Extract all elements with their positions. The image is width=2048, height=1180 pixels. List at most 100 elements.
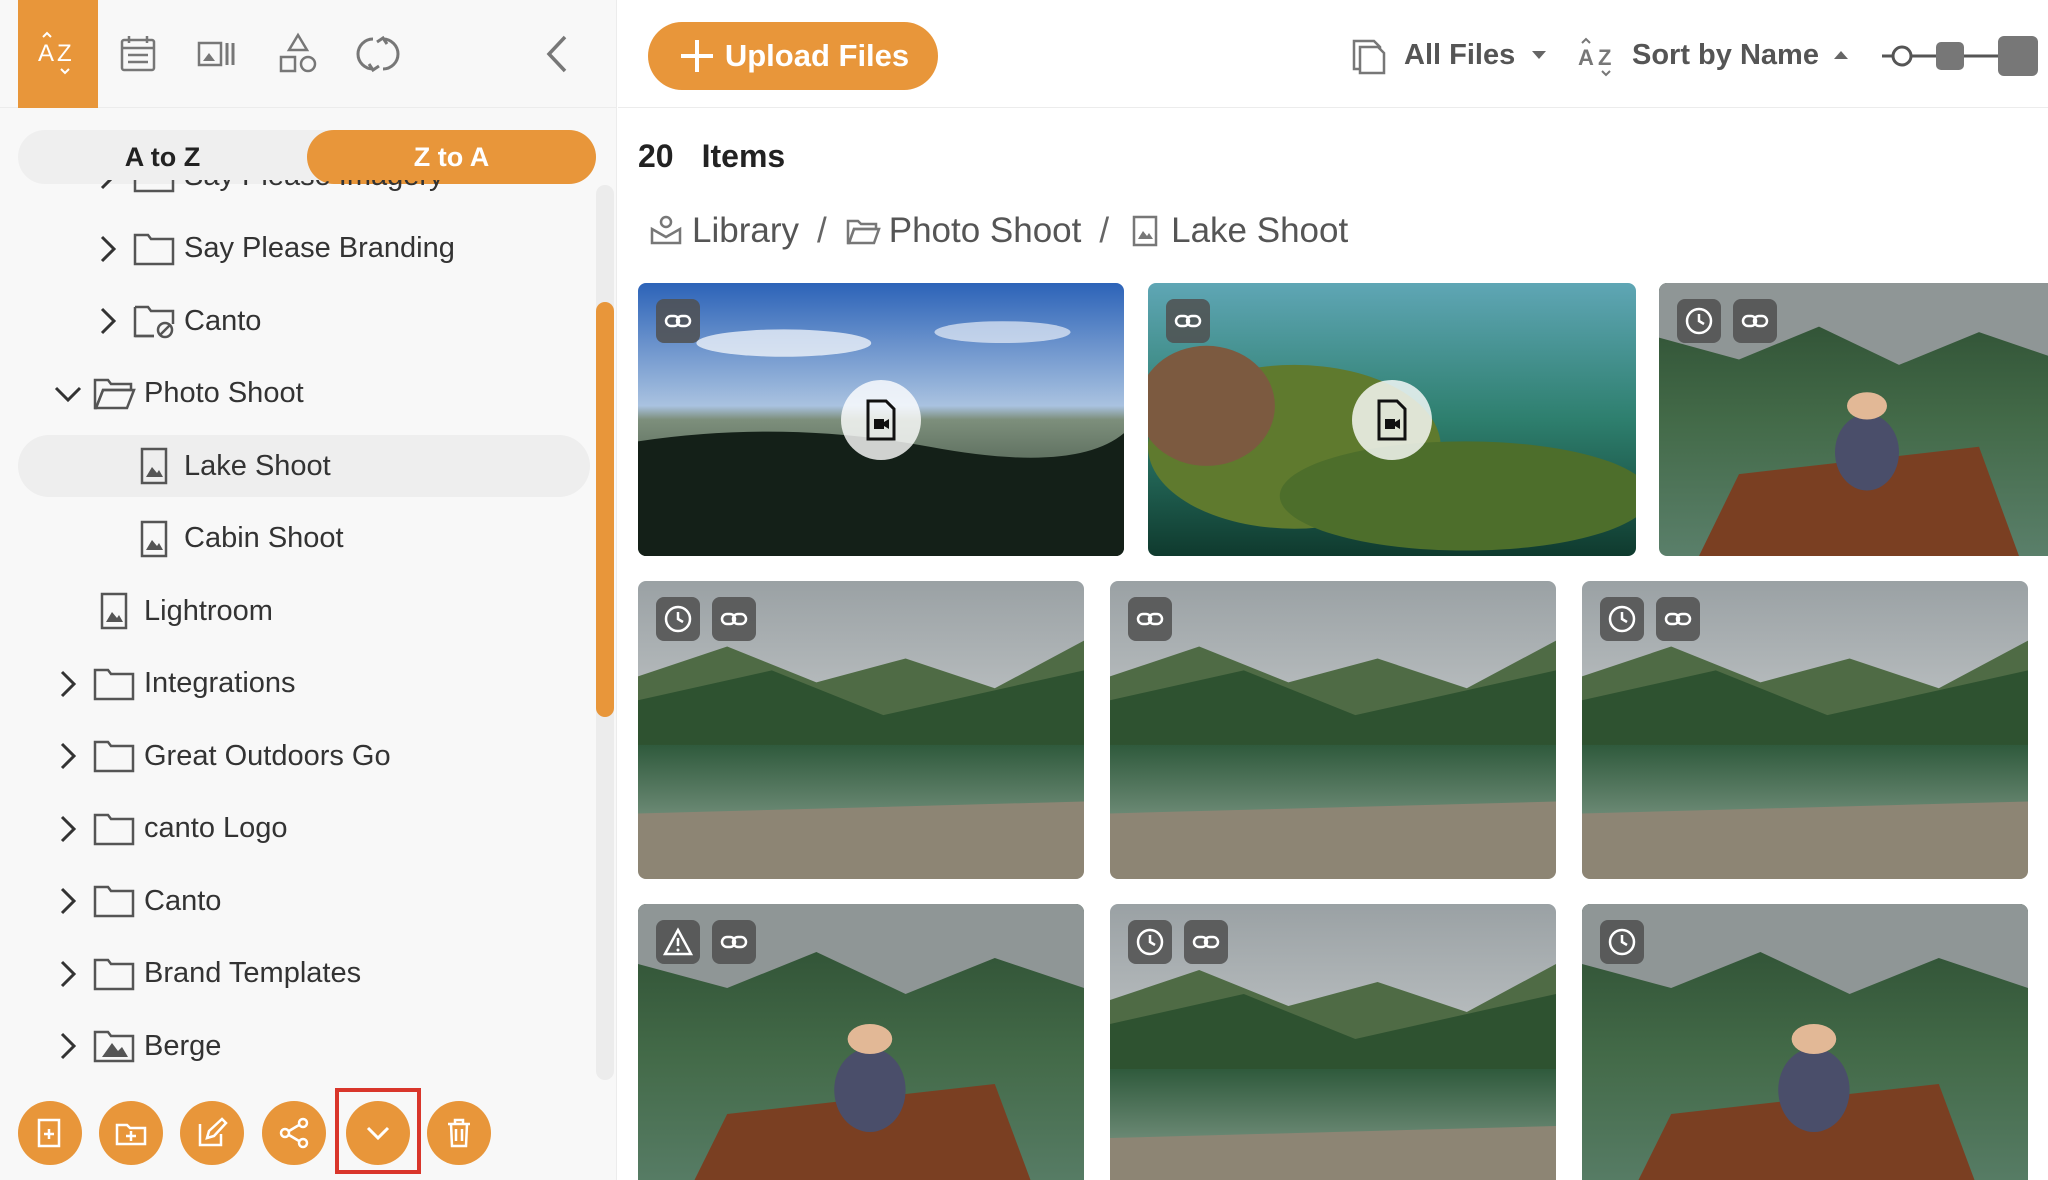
breadcrumb: Library / Photo Shoot / Lake Shoot — [648, 206, 1348, 256]
asset-thumbnail[interactable] — [638, 581, 1084, 879]
file-filter-dropdown[interactable]: All Files — [1348, 30, 1549, 80]
tree-item-label: Canto — [144, 884, 222, 917]
chevron-right-icon[interactable] — [92, 233, 124, 265]
video-file-icon[interactable] — [841, 379, 921, 460]
tree-item-label: Berge — [144, 1029, 222, 1062]
breadcrumb-library[interactable]: Library — [648, 211, 799, 251]
item-count-number: 20 — [638, 138, 674, 174]
asset-thumbnail[interactable] — [1148, 283, 1636, 556]
thumbnail-image — [1110, 904, 1556, 1180]
chevron-right-icon[interactable] — [52, 958, 84, 990]
clock-icon — [1677, 299, 1721, 343]
selection-highlight-box — [335, 1088, 421, 1174]
breadcrumb-separator: / — [1099, 211, 1110, 250]
sort-az-button[interactable]: A Z — [18, 0, 98, 108]
thumbnail-image — [638, 581, 1084, 879]
folder-icon — [92, 810, 136, 848]
add-folder-button[interactable] — [99, 1101, 163, 1165]
main-content: Upload Files All Files A Z Sort by Name — [618, 0, 2048, 1180]
chevron-right-icon[interactable] — [92, 180, 124, 192]
tree-item[interactable]: Lake Shoot — [18, 435, 590, 497]
chevron-right-icon[interactable] — [52, 813, 84, 845]
tree-item[interactable]: Cabin Shoot — [18, 508, 590, 570]
sort-by-dropdown[interactable]: A Z Sort by Name — [1576, 30, 1851, 80]
sidebar-scroll-thumb[interactable] — [596, 302, 614, 717]
thumbnail-image — [638, 904, 1084, 1180]
item-count: 20 Items — [638, 138, 813, 175]
chevron-right-icon[interactable] — [92, 305, 124, 337]
album-icon — [132, 447, 176, 485]
clock-icon — [1128, 920, 1172, 964]
asset-thumbnail[interactable] — [1659, 283, 2048, 556]
calendar-button[interactable] — [98, 0, 178, 108]
sort-a-to-z[interactable]: A to Z — [18, 130, 307, 184]
chevron-right-icon[interactable] — [52, 740, 84, 772]
tree-item[interactable]: Canto — [18, 290, 590, 352]
tree-item[interactable]: Say Please Branding — [18, 218, 590, 280]
album-icon — [132, 520, 176, 558]
share-button[interactable] — [262, 1101, 326, 1165]
svg-text:A: A — [1578, 45, 1594, 70]
album-icon — [1132, 215, 1158, 247]
clock-icon — [1600, 597, 1644, 641]
plus-icon — [680, 40, 713, 72]
asset-thumbnail[interactable] — [1110, 904, 1556, 1180]
shapes-button[interactable] — [258, 0, 338, 108]
delete-button[interactable] — [427, 1101, 491, 1165]
image-folder-icon — [92, 1027, 136, 1065]
thumbnail-size-slider[interactable] — [1880, 34, 2048, 78]
add-folder-icon — [115, 1123, 147, 1146]
video-file-icon[interactable] — [1352, 379, 1432, 460]
chevron-right-icon[interactable] — [52, 668, 84, 700]
upload-files-button[interactable]: Upload Files — [648, 22, 938, 90]
tree-item[interactable]: Canto — [18, 870, 590, 932]
thumbnail-image — [1110, 581, 1556, 879]
breadcrumb-photo-shoot-label: Photo Shoot — [888, 211, 1082, 250]
asset-thumbnail[interactable] — [1110, 581, 1556, 879]
add-album-icon — [37, 1118, 61, 1148]
tree-item-label: Great Outdoors Go — [144, 739, 391, 772]
asset-thumbnail[interactable] — [1582, 581, 2028, 879]
chevron-right-icon[interactable] — [52, 885, 84, 917]
link-icon — [1733, 299, 1777, 343]
tree-item[interactable]: Brand Templates — [18, 943, 590, 1005]
chevron-down-icon[interactable] — [52, 378, 84, 410]
tree-item[interactable]: Photo Shoot — [18, 363, 590, 425]
sort-toggle: A to Z Z to A — [18, 130, 596, 184]
asset-thumbnail[interactable] — [638, 283, 1124, 556]
calendar-icon — [120, 36, 156, 72]
breadcrumb-lake-shoot-label: Lake Shoot — [1171, 211, 1349, 250]
clock-icon — [656, 597, 700, 641]
breadcrumb-lake-shoot[interactable]: Lake Shoot — [1127, 211, 1348, 251]
breadcrumb-library-label: Library — [692, 211, 799, 250]
tree-item-label: Lightroom — [144, 594, 273, 627]
sidebar-actions — [0, 1090, 616, 1180]
asset-thumbnail[interactable] — [1582, 904, 2028, 1180]
tree-item[interactable]: canto Logo — [18, 798, 590, 860]
tree-item[interactable]: Integrations — [18, 653, 590, 715]
edit-button[interactable] — [180, 1101, 244, 1165]
collapse-sidebar-button[interactable] — [518, 0, 598, 108]
svg-text:Z: Z — [57, 40, 72, 67]
sort-z-to-a[interactable]: Z to A — [307, 130, 596, 184]
chevron-right-icon[interactable] — [52, 1030, 84, 1062]
sync-button[interactable] — [338, 0, 418, 108]
tree-item[interactable]: Great Outdoors Go — [18, 725, 590, 787]
link-icon — [656, 299, 700, 343]
breadcrumb-photo-shoot[interactable]: Photo Shoot — [845, 211, 1082, 251]
caret-up-icon — [1833, 51, 1848, 59]
filmstrip-button[interactable] — [178, 0, 258, 108]
tree-item[interactable]: Lightroom — [18, 580, 590, 642]
add-album-button[interactable] — [18, 1101, 82, 1165]
tree-item[interactable]: Say Please Imagery — [18, 180, 590, 207]
folder-icon — [92, 955, 136, 993]
link-icon — [1184, 920, 1228, 964]
share-icon — [279, 1117, 309, 1149]
files-stack-icon — [1352, 39, 1386, 75]
asset-thumbnail[interactable] — [638, 904, 1084, 1180]
tree-item[interactable]: Berge — [18, 1015, 590, 1077]
folder-icon — [132, 180, 176, 195]
tree-item-label: Say Please Imagery — [184, 180, 444, 193]
filter-label: All Files — [1404, 38, 1516, 71]
